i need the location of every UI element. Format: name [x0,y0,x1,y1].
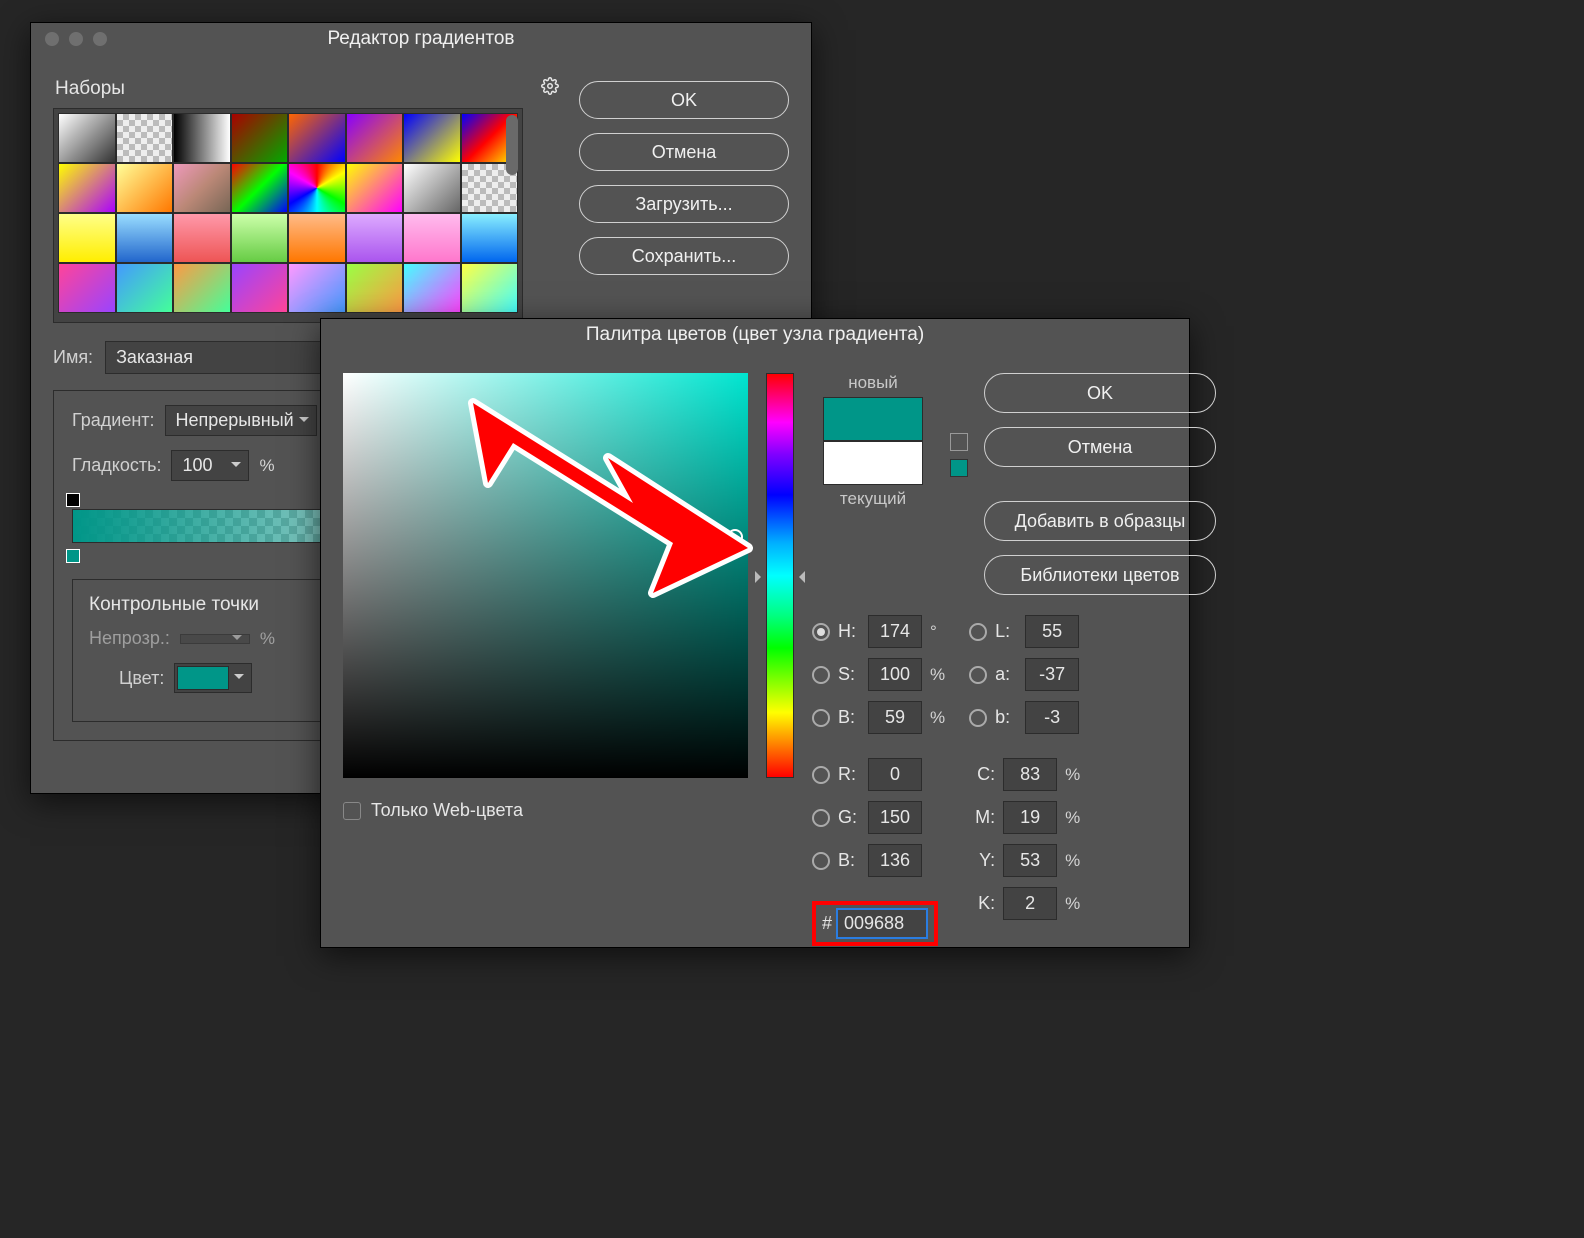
color-stop[interactable] [66,549,80,563]
new-color-swatch [823,397,923,441]
color-well[interactable] [177,666,229,690]
preset-swatch[interactable] [403,163,461,213]
g-input[interactable] [868,801,922,834]
web-only-checkbox[interactable]: Только Web-цвета [343,800,748,821]
color-label: Цвет: [119,668,164,689]
name-label: Имя: [53,347,93,368]
preset-swatch[interactable] [173,263,231,313]
titlebar: Редактор градиентов [31,23,811,55]
preset-swatch[interactable] [346,113,404,163]
ok-button[interactable]: OK [984,373,1216,413]
lab-b-input[interactable] [1025,701,1079,734]
b-hsb-input[interactable] [868,701,922,734]
gamut-warning-icon[interactable] [950,433,968,451]
y-input[interactable] [1003,844,1057,877]
cancel-button[interactable]: Отмена [579,133,789,171]
c-input[interactable] [1003,758,1057,791]
preset-swatch[interactable] [288,163,346,213]
preset-swatch[interactable] [288,263,346,313]
preset-swatch[interactable] [173,163,231,213]
radio-g[interactable] [812,809,830,827]
preset-swatch[interactable] [58,163,116,213]
opacity-label: Непрозр.: [89,628,170,649]
radio-l[interactable] [969,623,987,641]
window-title: Редактор градиентов [31,28,811,50]
l-input[interactable] [1025,615,1079,648]
preset-swatch[interactable] [403,113,461,163]
s-input[interactable] [868,658,922,691]
smoothness-unit: % [259,456,274,476]
preset-swatch[interactable] [403,263,461,313]
opacity-unit: % [260,629,275,649]
smoothness-label: Гладкость: [72,455,161,476]
gear-icon[interactable] [541,77,559,100]
preset-swatch[interactable] [403,213,461,263]
preset-swatch[interactable] [173,113,231,163]
preset-swatch[interactable] [58,213,116,263]
preset-swatch[interactable] [116,163,174,213]
checkbox-icon[interactable] [343,802,361,820]
preset-swatch[interactable] [231,163,289,213]
new-color-label: новый [848,373,898,393]
radio-r[interactable] [812,766,830,784]
web-only-label: Только Web-цвета [371,800,523,821]
preset-swatch[interactable] [116,263,174,313]
preset-swatch[interactable] [346,163,404,213]
r-input[interactable] [868,758,922,791]
color-libraries-button[interactable]: Библиотеки цветов [984,555,1216,595]
gradient-type-select[interactable]: Непрерывный [165,405,317,436]
radio-a[interactable] [969,666,987,684]
save-button[interactable]: Сохранить... [579,237,789,275]
preset-swatch[interactable] [231,263,289,313]
preset-swatch[interactable] [231,113,289,163]
hue-slider[interactable] [766,373,794,778]
titlebar: Палитра цветов (цвет узла градиента) [321,319,1189,351]
radio-b[interactable] [812,709,830,727]
ok-button[interactable]: OK [579,81,789,119]
color-picker-window: Палитра цветов (цвет узла градиента) Тол… [320,318,1190,948]
gradient-type-label: Градиент: [72,410,155,431]
swatch-scrollbar[interactable] [506,115,518,175]
preset-swatch[interactable] [58,113,116,163]
annotation-arrow-icon [433,383,753,603]
radio-h[interactable] [812,623,830,641]
preset-swatch[interactable] [346,213,404,263]
radio-lab-b[interactable] [969,709,987,727]
sets-label: Наборы [55,78,125,100]
preset-swatch[interactable] [461,213,519,263]
window-title: Палитра цветов (цвет узла градиента) [321,324,1189,346]
current-color-label: текущий [840,489,906,509]
preset-swatch[interactable] [58,263,116,313]
preset-swatch[interactable] [346,263,404,313]
preset-swatch[interactable] [116,113,174,163]
m-input[interactable] [1003,801,1057,834]
b-rgb-input[interactable] [868,844,922,877]
preset-swatch[interactable] [461,263,519,313]
current-color-swatch[interactable] [823,441,923,485]
preset-swatch[interactable] [288,113,346,163]
hex-input[interactable] [836,908,928,939]
hash-label: # [822,913,832,934]
opacity-input [180,634,250,644]
radio-s[interactable] [812,666,830,684]
smoothness-input[interactable]: 100 [171,450,249,481]
preset-swatch[interactable] [116,213,174,263]
radio-b-rgb[interactable] [812,852,830,870]
preset-swatch[interactable] [288,213,346,263]
opacity-stop[interactable] [66,493,80,507]
load-button[interactable]: Загрузить... [579,185,789,223]
a-input[interactable] [1025,658,1079,691]
preset-swatch[interactable] [231,213,289,263]
cancel-button[interactable]: Отмена [984,427,1216,467]
color-well-select[interactable] [174,663,252,693]
gamut-corrected-swatch[interactable] [950,459,968,477]
hex-highlight: # [812,901,938,946]
k-input[interactable] [1003,887,1057,920]
add-swatch-button[interactable]: Добавить в образцы [984,501,1216,541]
preset-swatches[interactable] [53,108,523,323]
h-input[interactable] [868,615,922,648]
preset-swatch[interactable] [173,213,231,263]
saturation-value-box[interactable] [343,373,748,778]
